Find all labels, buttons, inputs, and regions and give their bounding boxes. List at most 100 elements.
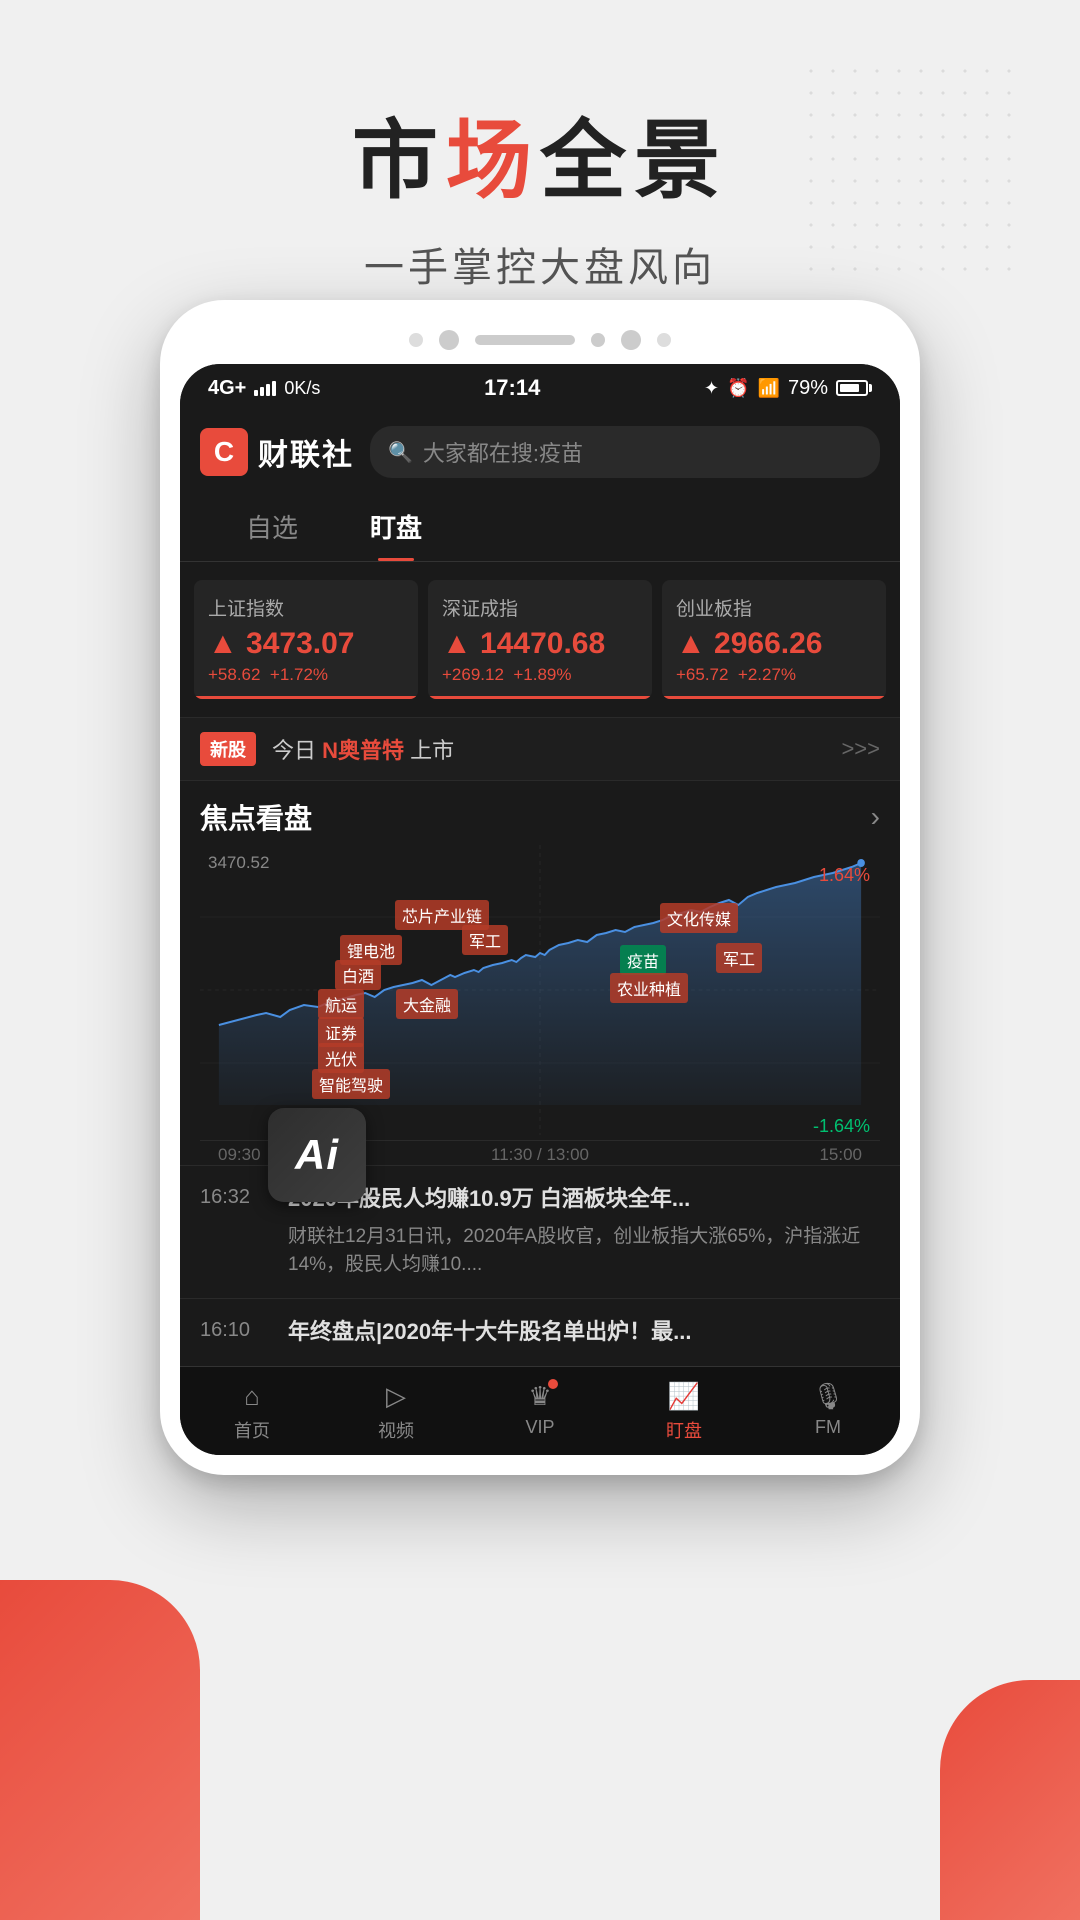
- sector-tag-baijiu: 白酒: [335, 960, 381, 990]
- index-name-2: 深证成指: [442, 594, 638, 621]
- chart-percent-high: 1.64%: [819, 865, 870, 886]
- index-change-1: +58.62 +1.72%: [208, 665, 404, 685]
- nav-tabs: 自选 盯盘: [180, 492, 900, 562]
- news-desc-1: 财联社12月31日讯，2020年A股收官，创业板指大涨65%，沪指涨近14%，股…: [288, 1223, 880, 1280]
- tab-zixuan[interactable]: 自选: [210, 492, 334, 561]
- index-card-shzs[interactable]: 上证指数 ▲ 3473.07 +58.62 +1.72%: [194, 580, 418, 699]
- tab-dingpan[interactable]: 盯盘: [334, 492, 458, 561]
- home-icon: ⌂: [244, 1381, 260, 1412]
- market-indices: 上证指数 ▲ 3473.07 +58.62 +1.72% 深证成指 ▲ 1447…: [180, 562, 900, 717]
- new-stock-name: N奥普特: [322, 738, 404, 763]
- index-name-1: 上证指数: [208, 594, 404, 621]
- chart-time-end: 15:00: [819, 1145, 862, 1165]
- sector-tag-agri: 农业种植: [610, 973, 688, 1003]
- logo-name: 财联社: [258, 430, 354, 474]
- phone-dot-3: [621, 330, 641, 350]
- signal-icon: [254, 381, 276, 396]
- dingpan-icon: 📈: [668, 1381, 700, 1412]
- focus-header: 焦点看盘 ›: [200, 797, 880, 837]
- index-name-3: 创业板指: [676, 594, 872, 621]
- phone-wrapper: 4G+ 0K/s 17:14 ✦ ⏰ 📶 79%: [160, 300, 920, 1475]
- sector-tag-military1: 军工: [462, 925, 508, 955]
- news-time-2: 16:10: [200, 1317, 270, 1348]
- vip-label: VIP: [525, 1417, 554, 1438]
- sector-tag-finance: 大金融: [396, 989, 458, 1019]
- nav-item-dingpan[interactable]: 📈 盯盘: [612, 1367, 756, 1455]
- status-left: 4G+ 0K/s: [208, 377, 320, 400]
- sector-tag-shipping: 航运: [318, 989, 364, 1019]
- phone-frame: 4G+ 0K/s 17:14 ✦ ⏰ 📶 79%: [160, 300, 920, 1475]
- chart-svg: [200, 845, 880, 1135]
- bottom-nav: ⌂ 首页 ▷ 视频 ♛ VIP 📈 盯盘 🎙 FM: [180, 1366, 900, 1455]
- xingu-badge: 新股: [200, 732, 256, 766]
- fm-label: FM: [815, 1417, 841, 1438]
- page-subtitle: 一手掌控大盘风向: [0, 235, 1080, 293]
- red-shape-left: [0, 1580, 200, 1920]
- data-speed: 0K/s: [284, 378, 320, 399]
- ai-label: Ai: [295, 1131, 339, 1179]
- sector-tag-military2: 军工: [716, 943, 762, 973]
- new-stock-arrow: >>>: [841, 736, 880, 762]
- news-title-2: 年终盘点|2020年十大牛股名单出炉！最...: [288, 1317, 880, 1348]
- nav-item-fm[interactable]: 🎙 FM: [756, 1367, 900, 1455]
- index-value-3: ▲ 2966.26: [676, 627, 872, 661]
- index-value-2: ▲ 14470.68: [442, 627, 638, 661]
- app-header: C 财联社 🔍 大家都在搜:疫苗: [180, 412, 900, 492]
- fm-icon: 🎙: [811, 1381, 844, 1412]
- video-icon: ▷: [386, 1381, 406, 1412]
- sector-tag-auto: 智能驾驶: [312, 1069, 390, 1099]
- ai-button[interactable]: Ai: [268, 1108, 366, 1202]
- page-header: 市场全景 一手掌控大盘风向: [0, 0, 1080, 333]
- page-title: 市场全景: [0, 90, 1080, 215]
- vip-dot: [548, 1379, 558, 1389]
- home-label: 首页: [234, 1417, 270, 1443]
- chart-time-mid: 11:30 / 13:00: [491, 1145, 589, 1165]
- index-bar-3: [662, 696, 886, 699]
- index-bar-2: [428, 696, 652, 699]
- status-right: ✦ ⏰ 📶 79%: [704, 377, 872, 400]
- carrier-label: 4G+: [208, 377, 246, 400]
- index-value-1: ▲ 3473.07: [208, 627, 404, 661]
- news-item-2[interactable]: 16:10 年终盘点|2020年十大牛股名单出炉！最...: [180, 1298, 900, 1366]
- new-stock-text: 今日 N奥普特 上市: [272, 733, 454, 765]
- battery-label: 79%: [788, 377, 828, 400]
- focus-title: 焦点看盘: [200, 797, 312, 837]
- sector-tag-vaccine: 疫苗: [620, 945, 666, 975]
- red-shape-right: [940, 1680, 1080, 1920]
- news-content-1: 2020年股民人均赚10.9万 白酒板块全年... 财联社12月31日讯，202…: [288, 1184, 880, 1280]
- search-icon: 🔍: [388, 440, 413, 465]
- phone-screen: 4G+ 0K/s 17:14 ✦ ⏰ 📶 79%: [180, 364, 900, 1455]
- tab-active-indicator: [378, 558, 414, 561]
- news-time-1: 16:32: [200, 1184, 270, 1280]
- index-change-3: +65.72 +2.27%: [676, 665, 872, 685]
- nav-item-video[interactable]: ▷ 视频: [324, 1367, 468, 1455]
- logo-icon: C: [200, 428, 248, 476]
- bluetooth-icon: ✦: [704, 378, 719, 399]
- video-label: 视频: [378, 1417, 414, 1443]
- nav-item-home[interactable]: ⌂ 首页: [180, 1367, 324, 1455]
- search-bar[interactable]: 🔍 大家都在搜:疫苗: [370, 426, 880, 478]
- index-change-2: +269.12 +1.89%: [442, 665, 638, 685]
- phone-dot-1: [409, 333, 423, 347]
- news-title-1: 2020年股民人均赚10.9万 白酒板块全年...: [288, 1184, 880, 1215]
- focus-arrow[interactable]: ›: [871, 801, 880, 833]
- sector-tag-media: 文化传媒: [660, 903, 738, 933]
- phone-dot-2: [439, 330, 459, 350]
- new-stock-banner[interactable]: 新股 今日 N奥普特 上市 >>>: [180, 717, 900, 781]
- index-card-cyb[interactable]: 创业板指 ▲ 2966.26 +65.72 +2.27%: [662, 580, 886, 699]
- chart-y-top: 3470.52: [208, 853, 269, 873]
- phone-dot-4: [657, 333, 671, 347]
- battery-icon: [836, 380, 872, 396]
- nav-item-vip[interactable]: ♛ VIP: [468, 1367, 612, 1455]
- phone-camera: [591, 333, 605, 347]
- alarm-icon: ⏰: [727, 378, 749, 399]
- index-card-szcz[interactable]: 深证成指 ▲ 14470.68 +269.12 +1.89%: [428, 580, 652, 699]
- status-bar: 4G+ 0K/s 17:14 ✦ ⏰ 📶 79%: [180, 364, 900, 412]
- app-logo[interactable]: C 财联社: [200, 428, 354, 476]
- news-content-2: 年终盘点|2020年十大牛股名单出炉！最...: [288, 1317, 880, 1348]
- wifi-icon: 📶: [758, 378, 780, 399]
- dingpan-label: 盯盘: [666, 1417, 702, 1443]
- chart-percent-low: -1.64%: [813, 1116, 870, 1137]
- search-placeholder: 大家都在搜:疫苗: [423, 436, 583, 468]
- index-bar-1: [194, 696, 418, 699]
